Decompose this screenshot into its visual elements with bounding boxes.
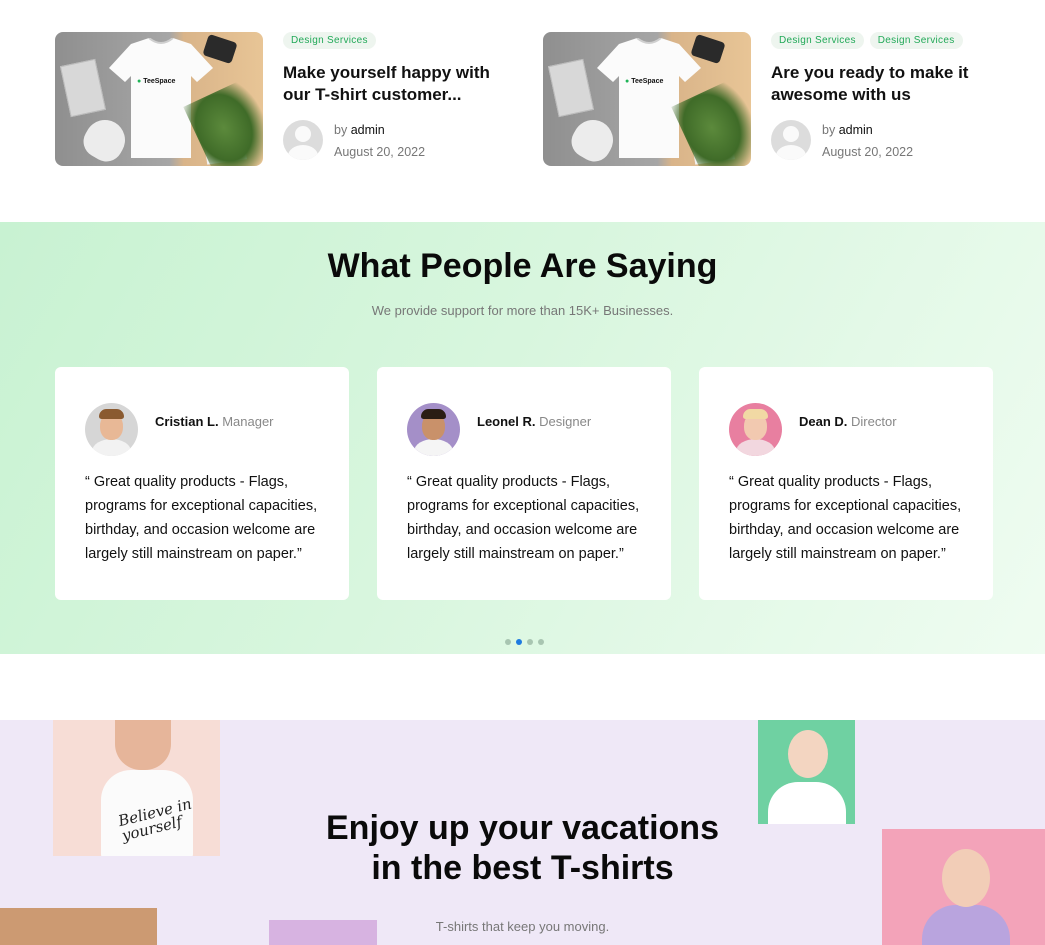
post-title[interactable]: Make yourself happy with our T-shirt cus… [283, 62, 498, 106]
tshirt-image [109, 38, 213, 158]
post-body: Design Services Design Services Are you … [771, 32, 986, 106]
testimonial-quote: “ Great quality products - Flags, progra… [729, 474, 962, 562]
post-meta: by admin August 20, 2022 [771, 120, 971, 160]
post-byline: by admin [334, 123, 385, 137]
post-date: August 20, 2022 [334, 145, 426, 159]
author-avatar [771, 120, 811, 160]
vacations-title: Enjoy up your vacations in the best T-sh… [0, 808, 1045, 888]
reviewer-name-line: Cristian L. Manager [155, 414, 274, 429]
reviewer-name: Cristian L. [155, 414, 219, 429]
author-link[interactable]: admin [351, 123, 385, 137]
reviewer-role: Manager [222, 414, 274, 429]
post-date: August 20, 2022 [822, 145, 914, 159]
testimonial-quote: “ Great quality products - Flags, progra… [85, 474, 318, 562]
carousel-dot-2[interactable] [516, 639, 522, 645]
tag-design-services[interactable]: Design Services [869, 32, 963, 49]
testimonials-title: What People Are Saying [327, 247, 718, 285]
carousel-pagination [505, 639, 544, 645]
blog-post-card: ● TeeSpace Design Services Design Servic… [543, 32, 983, 166]
vacations-banner: Believe in yourself Enjoy up your vacati… [0, 720, 1045, 945]
reviewer-avatar [729, 403, 782, 456]
tag-design-services[interactable]: Design Services [283, 32, 376, 49]
carousel-dot-4[interactable] [538, 639, 544, 645]
post-meta: by admin August 20, 2022 [283, 120, 483, 160]
author-link[interactable]: admin [839, 123, 873, 137]
testimonial-card: Leonel R. Designer “ Great quality produ… [377, 367, 671, 600]
carousel-dot-1[interactable] [505, 639, 511, 645]
post-byline: by admin [822, 123, 873, 137]
testimonial-card: Cristian L. Manager “ Great quality prod… [55, 367, 349, 600]
reviewer-avatar [85, 403, 138, 456]
testimonial-card: Dean D. Director “ Great quality product… [699, 367, 993, 600]
author-avatar [283, 120, 323, 160]
reviewer-role: Director [851, 414, 897, 429]
tshirt-logo: ● TeeSpace [625, 78, 664, 85]
post-tags: Design Services [283, 32, 498, 50]
vacations-title-line-2: in the best T-shirts [371, 849, 674, 887]
by-label: by [334, 123, 348, 137]
reviewer-name-line: Dean D. Director [799, 414, 897, 429]
testimonials-subtitle: We provide support for more than 15K+ Bu… [371, 303, 674, 318]
magazine-prop [547, 58, 595, 118]
by-label: by [822, 123, 836, 137]
tshirt-image [597, 38, 701, 158]
testimonials-section: What People Are Saying We provide suppor… [0, 222, 1045, 654]
reviewer-name: Dean D. [799, 414, 848, 429]
post-body: Design Services Make yourself happy with… [283, 32, 498, 106]
reviewer-name: Leonel R. [477, 414, 536, 429]
reviewer-role: Designer [539, 414, 592, 429]
tag-design-services[interactable]: Design Services [771, 32, 864, 49]
post-thumbnail[interactable]: ● TeeSpace [55, 32, 263, 166]
post-tags: Design Services Design Services [771, 32, 986, 50]
carousel-dot-3[interactable] [527, 639, 533, 645]
reviewer-avatar [407, 403, 460, 456]
vacations-subtitle: T-shirts that keep you moving. [435, 919, 610, 934]
post-title[interactable]: Are you ready to make it awesome with us [771, 62, 986, 106]
tshirt-logo: ● TeeSpace [137, 78, 176, 85]
vacations-title-line-1: Enjoy up your vacations [326, 809, 719, 847]
blog-posts-section: ● TeeSpace Design Services Make yourself… [0, 0, 1045, 222]
blog-post-card: ● TeeSpace Design Services Make yourself… [55, 32, 495, 166]
post-thumbnail[interactable]: ● TeeSpace [543, 32, 751, 166]
testimonial-quote: “ Great quality products - Flags, progra… [407, 474, 640, 562]
reviewer-name-line: Leonel R. Designer [477, 414, 591, 429]
magazine-prop [59, 58, 107, 118]
